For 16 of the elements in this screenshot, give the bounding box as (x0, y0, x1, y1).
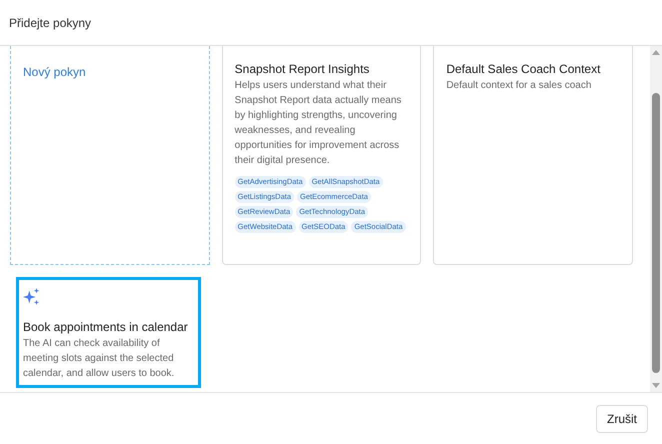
scroll-up-icon[interactable] (652, 50, 660, 55)
new-instruction-link[interactable]: Nový pokyn (23, 65, 86, 79)
instruction-card[interactable]: Book appointments in calendar The AI can check availability of meeting slots against the selected calendar, and allow users to book. (16, 277, 201, 388)
cancel-button[interactable]: Zrušit (596, 404, 648, 432)
card-description: The AI can check availability of meeting slots against the selected calendar, and allow users to book. (23, 337, 176, 381)
scroll-down-icon[interactable] (652, 383, 660, 388)
card-title: Snapshot Report Insights (234, 61, 370, 78)
card-title: Book appointments in calendar (23, 319, 189, 336)
card-title: Default Sales Coach Context (446, 61, 602, 78)
dialog-title: Přidejte pokyny (9, 14, 92, 32)
instruction-card[interactable] (222, 46, 422, 265)
card-description: Helps users understand what their Snapshot Report data actually means by highlighting strengths, uncovering weaknesses, and revealing opportunities for improvement across their digital presence. (234, 79, 402, 168)
scrollbar[interactable] (650, 46, 662, 392)
instruction-card[interactable]: Default Sales Coach Context Default context for a sales coach (433, 46, 633, 265)
card-description: Default context for a sales coach (446, 79, 592, 93)
new-instruction-card[interactable]: Nový pokyn (10, 46, 210, 265)
